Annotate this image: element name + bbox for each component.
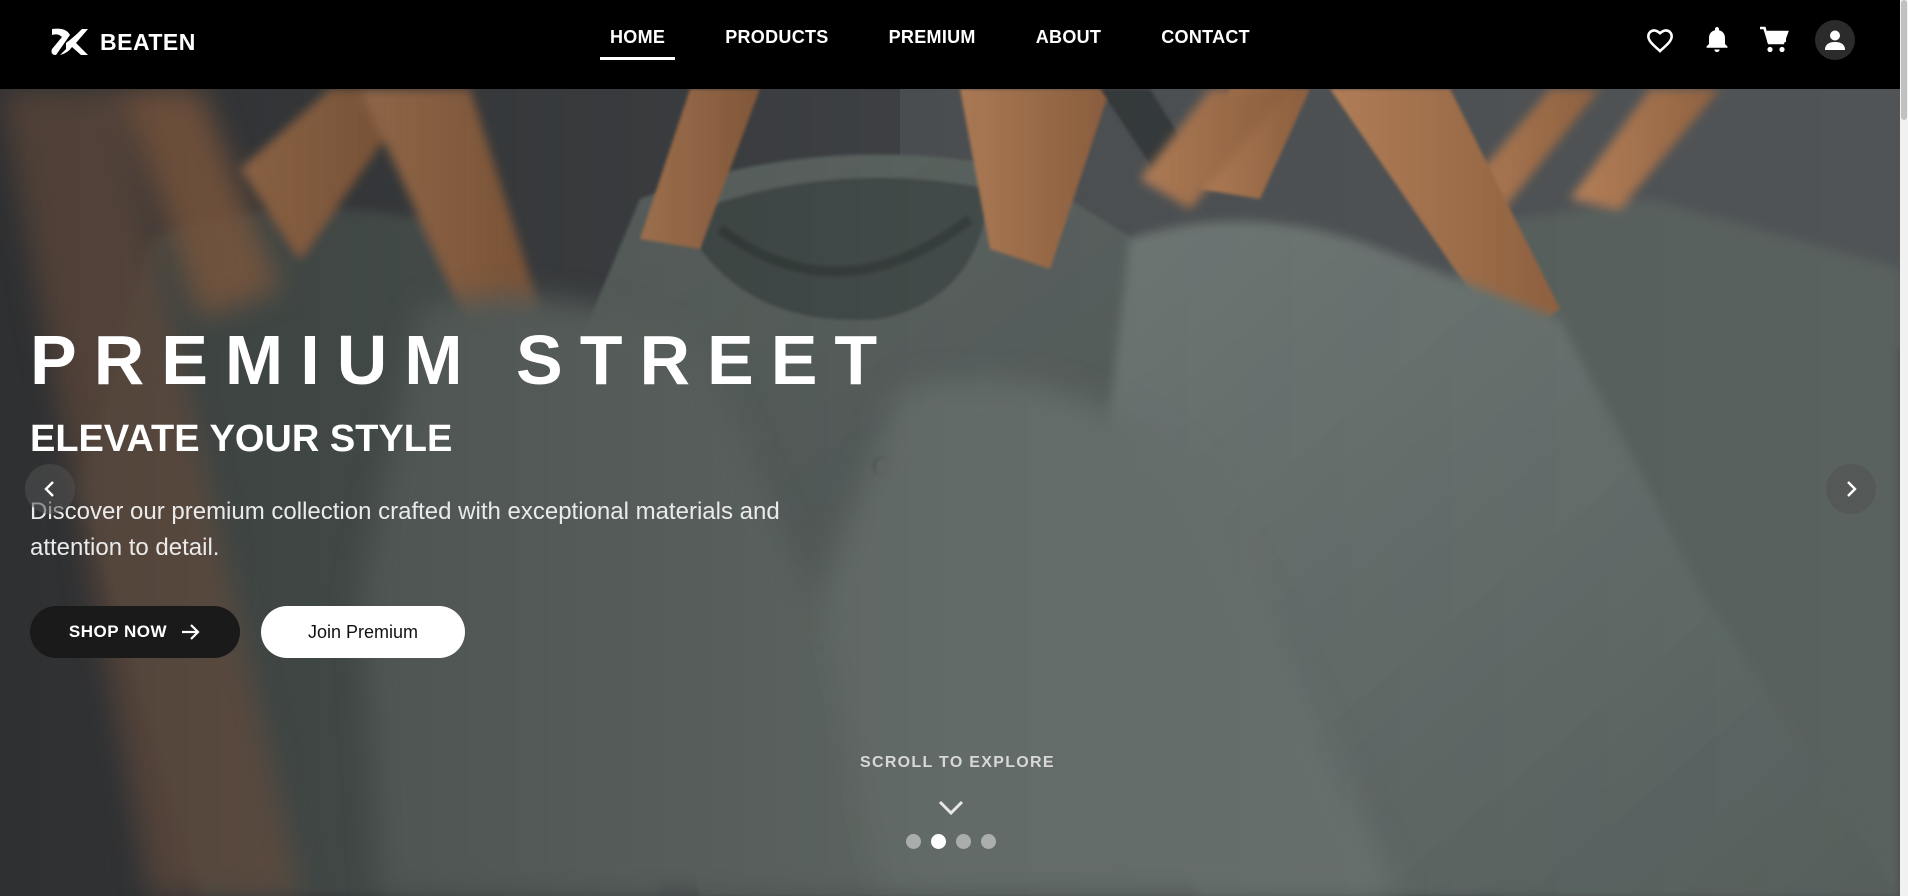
nav-link-home[interactable]: HOME bbox=[600, 27, 676, 60]
shop-now-button[interactable]: SHOP NOW bbox=[30, 606, 240, 658]
carousel-dot-active[interactable] bbox=[931, 834, 946, 849]
arrow-right-icon bbox=[182, 624, 200, 640]
carousel-dot[interactable] bbox=[981, 834, 996, 849]
hero-subheadline: ELEVATE YOUR STYLE bbox=[30, 418, 453, 460]
nav-link-products[interactable]: PRODUCTS bbox=[715, 27, 838, 60]
hero-overlay bbox=[0, 89, 1900, 896]
carousel-next-button[interactable] bbox=[1826, 464, 1876, 514]
carousel-dot[interactable] bbox=[906, 834, 921, 849]
logo-mark-icon bbox=[51, 28, 88, 55]
heart-icon bbox=[1647, 29, 1673, 53]
nav-link-contact[interactable]: CONTACT bbox=[1151, 27, 1260, 60]
wishlist-button[interactable] bbox=[1644, 24, 1676, 56]
nav-link-premium[interactable]: PREMIUM bbox=[879, 27, 986, 60]
cart-icon bbox=[1760, 26, 1789, 53]
page-scrollbar[interactable] bbox=[1900, 0, 1908, 896]
scroll-to-explore-text: SCROLL TO EXPLORE bbox=[860, 754, 1055, 771]
hero-headline: PREMIUM STREET bbox=[30, 321, 895, 399]
join-premium-button[interactable]: Join Premium bbox=[261, 606, 465, 658]
nav-link-about[interactable]: ABOUT bbox=[1026, 27, 1112, 60]
scrollbar-thumb[interactable] bbox=[1901, 0, 1907, 120]
top-navbar: BEATEN HOME PRODUCTS PREMIUM ABOUT CONTA… bbox=[0, 0, 1900, 89]
carousel-prev-button[interactable] bbox=[25, 464, 75, 514]
brand-logo[interactable]: BEATEN bbox=[48, 25, 196, 59]
cart-button[interactable] bbox=[1758, 24, 1790, 56]
bell-icon bbox=[1706, 27, 1728, 52]
chevron-down-icon[interactable] bbox=[937, 799, 965, 817]
shop-now-label: SHOP NOW bbox=[68, 622, 168, 641]
hero-carousel: GRACE PREMIUM STREET E bbox=[0, 89, 1900, 896]
join-premium-label: Join Premium bbox=[307, 621, 419, 642]
account-button[interactable] bbox=[1815, 20, 1855, 60]
carousel-dot[interactable] bbox=[956, 834, 971, 849]
user-icon bbox=[1825, 30, 1845, 50]
nav-actions bbox=[1644, 20, 1855, 60]
brand-name: BEATEN bbox=[100, 28, 196, 55]
carousel-indicators bbox=[906, 834, 996, 849]
notifications-button[interactable] bbox=[1701, 24, 1733, 56]
chevron-right-icon bbox=[1847, 481, 1857, 497]
chevron-left-icon bbox=[44, 481, 54, 497]
main-nav: HOME PRODUCTS PREMIUM ABOUT CONTACT bbox=[600, 27, 1300, 60]
hero-description: Discover our premium collection crafted … bbox=[30, 498, 780, 561]
